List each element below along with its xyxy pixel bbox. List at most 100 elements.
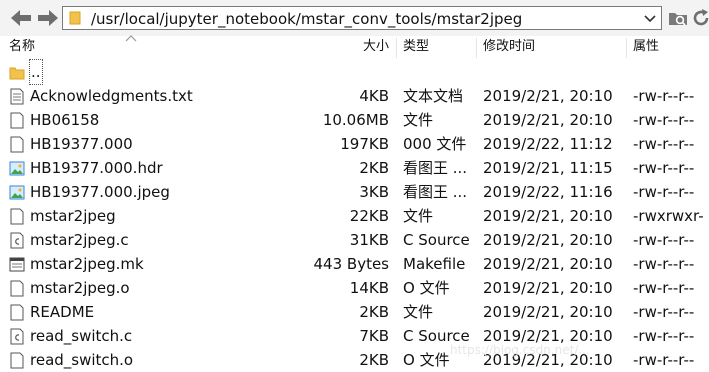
file-type: 文件 (403, 303, 434, 321)
file-date: 2019/2/22, 11:12 (483, 135, 613, 153)
file-permissions: -rw-r--r-- (633, 351, 695, 369)
list-item[interactable]: mstar2jpeg.c 31KB C Source 2019/2/21, 20… (0, 228, 709, 252)
file-icon (10, 352, 24, 369)
list-item[interactable]: Acknowledgments.txt 4KB 文本文档 2019/2/21, … (0, 84, 709, 108)
list-item[interactable]: mstar2jpeg.mk 443 Bytes Makefile 2019/2/… (0, 252, 709, 276)
file-date: 2019/2/21, 11:15 (483, 159, 613, 177)
folder-icon (69, 11, 81, 25)
file-date: 2019/2/21, 20:10 (483, 327, 613, 345)
file-date: 2019/2/21, 20:10 (483, 303, 613, 321)
column-permissions[interactable]: 属性 (633, 36, 659, 58)
file-date: 2019/2/21, 20:10 (483, 207, 613, 225)
folder-search-icon[interactable] (668, 8, 688, 28)
file-date: 2019/2/21, 20:10 (483, 255, 613, 273)
file-type: 000 文件 (403, 135, 467, 153)
column-name[interactable]: 名称 (9, 36, 35, 58)
file-name: Acknowledgments.txt (30, 87, 193, 105)
c-source-icon (10, 232, 24, 249)
column-size[interactable]: 大小 (363, 36, 389, 58)
file-permissions: -rw-r--r-- (633, 183, 695, 201)
file-type: Makefile (403, 255, 466, 273)
file-permissions: -rw-r--r-- (633, 327, 695, 345)
file-date: 2019/2/21, 20:10 (483, 279, 613, 297)
list-item[interactable]: mstar2jpeg 22KB 文件 2019/2/21, 20:10 -rwx… (0, 204, 709, 228)
file-type: 看图王 ... (403, 159, 468, 177)
file-type: C Source (403, 231, 470, 249)
chevron-down-icon[interactable] (643, 11, 657, 25)
file-name: README (30, 303, 95, 321)
list-item[interactable]: HB06158 10.06MB 文件 2019/2/21, 20:10 -rw-… (0, 108, 709, 132)
file-type: O 文件 (403, 279, 450, 297)
file-size: 14KB (349, 279, 389, 297)
file-permissions: -rw-r--r-- (633, 111, 695, 129)
back-arrow-icon[interactable] (10, 9, 32, 27)
c-source-icon (10, 328, 24, 345)
list-item-parent[interactable]: .. (0, 59, 709, 85)
file-name: mstar2jpeg.c (30, 231, 129, 249)
sort-ascending-icon (125, 35, 137, 42)
list-item[interactable]: README 2KB 文件 2019/2/21, 20:10 -rw-r--r-… (0, 300, 709, 324)
file-permissions: -rw-r--r-- (633, 231, 695, 249)
toolbar: /usr/local/jupyter_notebook/mstar_conv_t… (0, 0, 709, 37)
list-item[interactable]: mstar2jpeg.o 14KB O 文件 2019/2/21, 20:10 … (0, 276, 709, 300)
file-icon (10, 136, 24, 153)
file-permissions: -rw-r--r-- (633, 255, 695, 273)
file-name: mstar2jpeg.o (30, 279, 130, 297)
file-size: 22KB (349, 207, 389, 225)
file-name: read_switch.o (30, 351, 134, 369)
column-header: 名称 大小 类型 修改时间 属性 (0, 36, 709, 58)
folder-icon (9, 67, 25, 80)
file-size: 31KB (349, 231, 389, 249)
file-date: 2019/2/21, 20:10 (483, 231, 613, 249)
file-name: HB06158 (30, 111, 100, 129)
image-file-icon (9, 161, 25, 176)
file-size: 10.06MB (322, 111, 389, 129)
text-file-icon (10, 88, 24, 105)
file-type: 看图王 ... (403, 183, 468, 201)
file-size: 443 Bytes (313, 255, 390, 273)
file-type: 文本文档 (403, 87, 464, 105)
file-permissions: -rw-r--r-- (633, 279, 695, 297)
file-date: 2019/2/21, 20:10 (483, 111, 613, 129)
column-divider[interactable] (476, 38, 477, 58)
file-size: 3KB (359, 183, 389, 201)
address-path[interactable]: /usr/local/jupyter_notebook/mstar_conv_t… (91, 9, 522, 29)
list-item[interactable]: HB19377.000.jpeg 3KB 看图王 ... 2019/2/22, … (0, 180, 709, 204)
file-icon (10, 280, 24, 297)
file-name: mstar2jpeg (30, 207, 116, 225)
file-name: read_switch.c (30, 327, 133, 345)
refresh-icon[interactable] (691, 8, 709, 28)
column-modified[interactable]: 修改时间 (483, 36, 535, 58)
file-name: HB19377.000.hdr (30, 159, 163, 177)
file-name: HB19377.000.jpeg (30, 183, 170, 201)
list-item[interactable]: read_switch.o 2KB O 文件 2019/2/21, 20:10 … (0, 348, 709, 372)
file-type: 文件 (403, 207, 434, 225)
file-date: 2019/2/22, 11:16 (483, 183, 613, 201)
file-type: O 文件 (403, 351, 450, 369)
image-file-icon (9, 185, 25, 200)
file-type: 文件 (403, 111, 434, 129)
file-size: 7KB (359, 327, 389, 345)
makefile-icon (9, 257, 25, 272)
forward-arrow-icon[interactable] (37, 9, 59, 27)
list-item[interactable]: HB19377.000.hdr 2KB 看图王 ... 2019/2/21, 1… (0, 156, 709, 180)
column-divider[interactable] (626, 38, 627, 58)
file-permissions: -rw-r--r-- (633, 159, 695, 177)
file-size: 2KB (359, 159, 389, 177)
address-bar[interactable]: /usr/local/jupyter_notebook/mstar_conv_t… (62, 6, 662, 30)
file-permissions: -rw-r--r-- (633, 87, 695, 105)
file-name: mstar2jpeg.mk (30, 255, 144, 273)
file-permissions: -rw-r--r-- (633, 303, 695, 321)
file-type: C Source (403, 327, 470, 345)
file-permissions: -rwxrwxr-x (633, 207, 703, 225)
column-divider[interactable] (396, 38, 397, 58)
file-name: HB19377.000 (30, 135, 133, 153)
file-icon (10, 304, 24, 321)
list-item[interactable]: HB19377.000 197KB 000 文件 2019/2/22, 11:1… (0, 132, 709, 156)
list-item[interactable]: read_switch.c 7KB C Source 2019/2/21, 20… (0, 324, 709, 348)
file-size: 2KB (359, 351, 389, 369)
file-name: .. (29, 59, 43, 85)
file-size: 2KB (359, 303, 389, 321)
file-size: 4KB (359, 87, 389, 105)
column-type[interactable]: 类型 (403, 36, 429, 58)
